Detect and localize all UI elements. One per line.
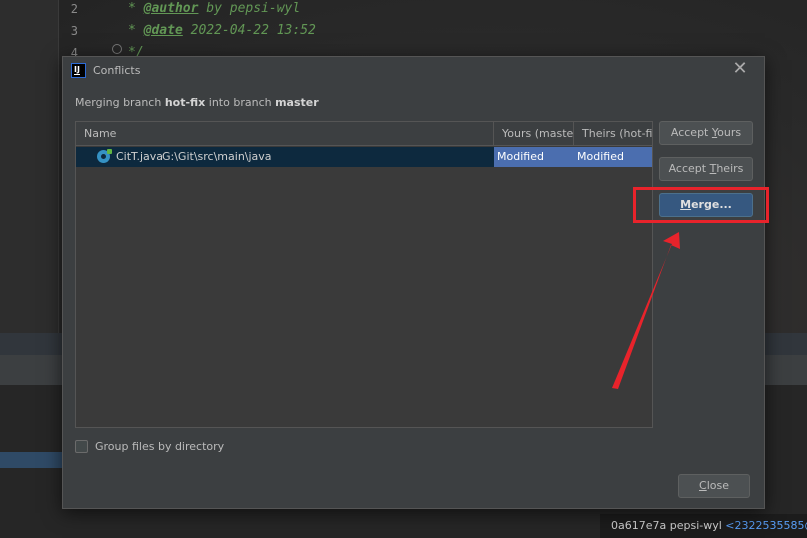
author-email[interactable]: <2322535585@qq.c bbox=[725, 519, 807, 532]
merge-description: Merging branch hot-fix into branch maste… bbox=[75, 96, 319, 109]
intellij-logo-icon: IJ bbox=[71, 63, 86, 78]
background-selection bbox=[0, 452, 62, 468]
close-icon[interactable]: ✕ bbox=[732, 60, 748, 78]
fold-marker-icon[interactable] bbox=[112, 44, 122, 54]
file-path: G:\Git\src\main\java bbox=[162, 150, 272, 163]
source-branch: hot-fix bbox=[164, 96, 206, 109]
status-bar: 0a617e7a pepsi-wyl <2322535585@qq.c bbox=[600, 514, 807, 538]
annotation-highlight-box bbox=[633, 187, 769, 223]
checkbox-box[interactable] bbox=[75, 440, 88, 453]
accept-theirs-button[interactable]: Accept Theirs bbox=[659, 157, 753, 181]
conflicts-dialog: IJ Conflicts ✕ Merging branch hot-fix in… bbox=[62, 56, 765, 509]
column-header-theirs[interactable]: Theirs (hot-fix) bbox=[574, 122, 652, 145]
column-header-name[interactable]: Name bbox=[76, 122, 494, 145]
subtitle-middle: into branch bbox=[205, 96, 276, 109]
column-header-yours[interactable]: Yours (master) bbox=[494, 122, 574, 145]
close-button[interactable]: Close bbox=[678, 474, 750, 498]
line-number: 2 bbox=[70, 2, 78, 16]
java-class-icon bbox=[97, 149, 112, 163]
yours-status: Modified bbox=[494, 147, 574, 167]
line-number: 3 bbox=[70, 24, 78, 38]
app-icon-text: IJ bbox=[74, 65, 80, 74]
target-branch: master bbox=[275, 96, 319, 109]
dialog-title: Conflicts bbox=[93, 64, 141, 77]
conflicts-table[interactable]: Name Yours (master) Theirs (hot-fix) Cit… bbox=[75, 121, 653, 428]
code-text-rest: by pepsi-wyl bbox=[198, 1, 301, 16]
checkbox-label[interactable]: Group files by directory bbox=[95, 439, 224, 454]
subtitle-prefix: Merging branch bbox=[75, 96, 165, 109]
dialog-titlebar[interactable]: IJ Conflicts ✕ bbox=[63, 57, 764, 87]
theirs-status: Modified bbox=[574, 147, 652, 167]
javadoc-tag: @date bbox=[143, 23, 183, 38]
code-text-rest: 2022-04-22 13:52 bbox=[182, 23, 316, 38]
code-text: * @author by pepsi-wyl bbox=[128, 1, 301, 16]
commit-info: 0a617e7a pepsi-wyl bbox=[611, 519, 722, 532]
table-row[interactable]: CitT.java G:\Git\src\main\java Modified … bbox=[76, 147, 652, 167]
accept-yours-button[interactable]: Accept Yours bbox=[659, 121, 753, 145]
file-name: CitT.java bbox=[116, 150, 164, 163]
code-text: * @date 2022-04-22 13:52 bbox=[128, 23, 316, 38]
javadoc-tag: @author bbox=[143, 1, 199, 16]
table-header: Name Yours (master) Theirs (hot-fix) bbox=[76, 122, 652, 146]
